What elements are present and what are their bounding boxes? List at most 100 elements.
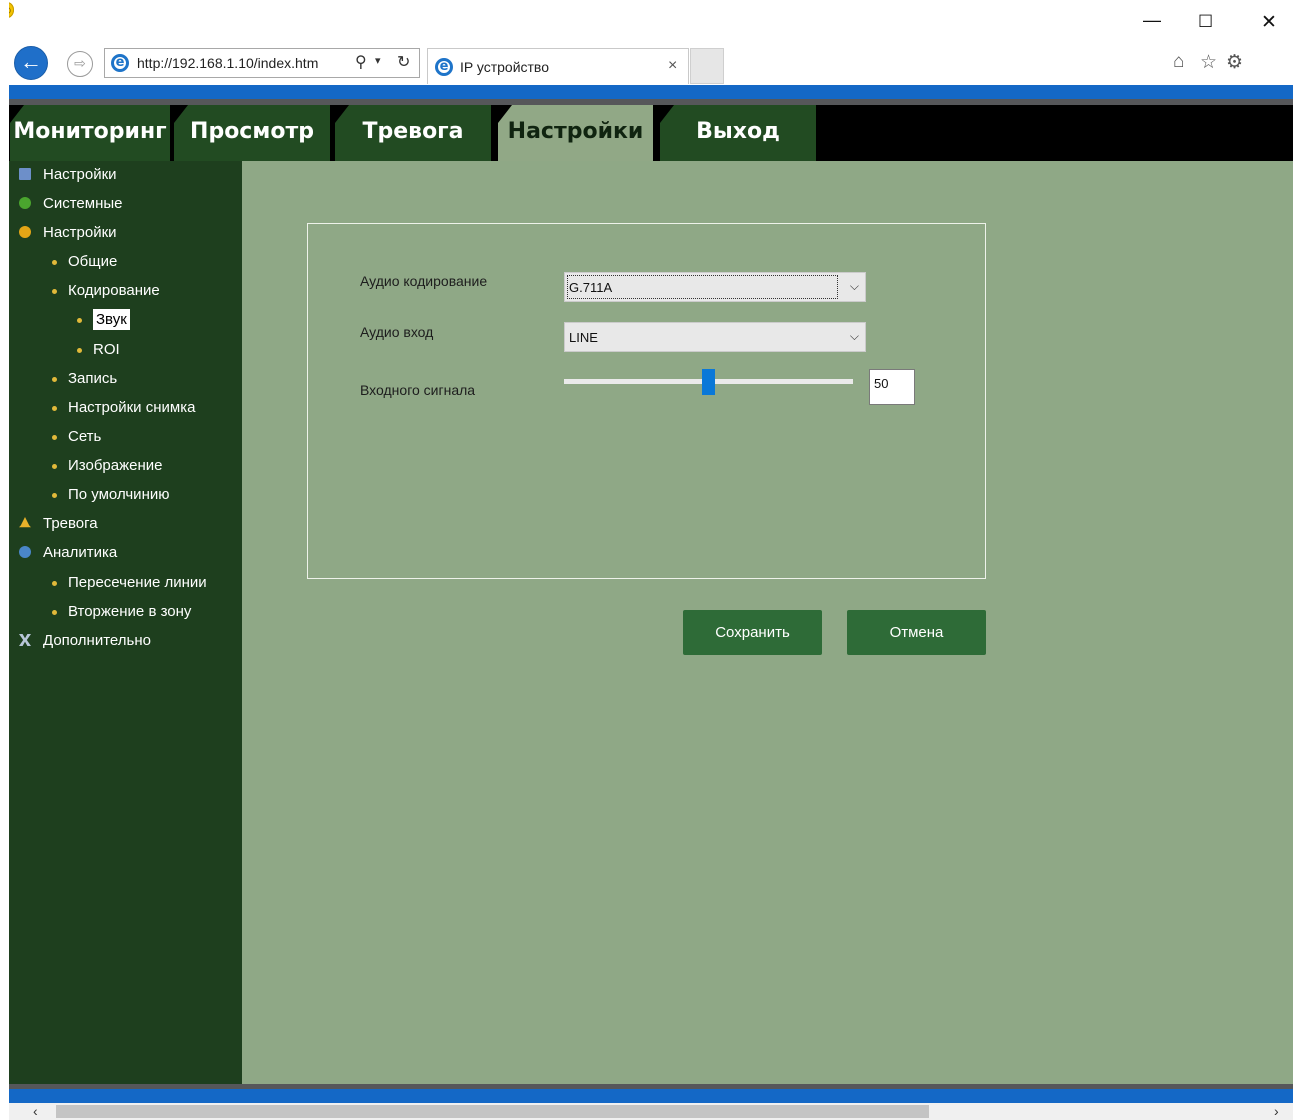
- new-tab-button[interactable]: [690, 48, 724, 84]
- tools-icon: [19, 634, 31, 646]
- sidebar-item[interactable]: Настройки: [19, 223, 117, 243]
- address-dropdown-icon[interactable]: ▾: [375, 54, 381, 67]
- sidebar-item-label: Звук: [93, 309, 130, 330]
- audio-input-value: LINE: [569, 330, 598, 345]
- forward-button[interactable]: ⇨: [67, 51, 93, 77]
- address-bar[interactable]: e http://192.168.1.10/index.htm ⚲ ▾ ↻: [104, 48, 420, 78]
- sidebar-item-label: Дополнительно: [43, 632, 151, 649]
- bullet-icon: [52, 289, 57, 294]
- sidebar-item-label: Запись: [68, 370, 118, 387]
- analytics-icon: [19, 546, 31, 558]
- sidebar-item[interactable]: Тревога: [19, 514, 98, 534]
- sidebar-item-label: Тревога: [43, 515, 98, 532]
- horizontal-scrollbar[interactable]: ‹ ›: [9, 1103, 1293, 1120]
- browser-toolbar: ← ⇨ e http://192.168.1.10/index.htm ⚲ ▾ …: [0, 0, 1293, 85]
- sidebar-item-label: Изображение: [68, 457, 163, 474]
- sidebar-item-label: ROI: [93, 341, 120, 358]
- sidebar-item[interactable]: Дополнительно: [19, 631, 151, 651]
- chevron-down-icon: ⌵: [849, 279, 859, 293]
- sidebar-item-label: Настройки: [43, 166, 117, 183]
- scroll-right-icon[interactable]: ›: [1274, 1103, 1279, 1119]
- tab-monitoring[interactable]: Мониторинг: [10, 105, 170, 161]
- window-edge: [0, 0, 9, 1120]
- sidebar-item[interactable]: Звук: [77, 309, 130, 330]
- monitor-icon: [19, 168, 31, 180]
- chevron-down-icon: ⌵: [849, 329, 859, 343]
- info-icon: [19, 197, 31, 209]
- sidebar-item-label: Пересечение линии: [68, 574, 207, 591]
- input-level-slider-thumb[interactable]: [702, 369, 715, 395]
- address-url[interactable]: http://192.168.1.10/index.htm: [137, 55, 318, 71]
- sidebar-item-label: Системные: [43, 195, 123, 212]
- bullet-icon: [52, 406, 57, 411]
- forward-arrow-icon: ⇨: [74, 55, 86, 71]
- favorites-star-icon[interactable]: ☆: [1200, 51, 1217, 74]
- sidebar-item[interactable]: Сеть: [52, 427, 102, 447]
- audio-input-select[interactable]: LINE ⌵: [564, 322, 866, 352]
- sidebar-item[interactable]: Аналитика: [19, 543, 118, 563]
- bullet-icon: [52, 377, 57, 382]
- sidebar-tree: Настройки Системные Настройки Общие Кодирова…: [9, 161, 242, 1084]
- bullet-icon: [52, 260, 57, 265]
- home-icon[interactable]: ⌂: [1173, 51, 1184, 73]
- bullet-icon: [52, 464, 57, 469]
- save-button[interactable]: Сохранить: [683, 610, 822, 655]
- cancel-button[interactable]: Отмена: [847, 610, 986, 655]
- input-level-field[interactable]: 50: [869, 369, 915, 405]
- search-icon[interactable]: ⚲: [355, 52, 367, 72]
- main-nav: Мониторинг Просмотр Тревога Настройки Вы…: [9, 105, 1293, 161]
- sidebar-item-label: Сеть: [68, 428, 102, 445]
- gear-icon[interactable]: ⚙: [1226, 51, 1243, 74]
- sidebar-item[interactable]: Общие: [52, 252, 118, 272]
- sidebar-item-label: По умолчинию: [68, 486, 170, 503]
- bullet-icon: [77, 348, 82, 353]
- browser-tab-active[interactable]: e IP устройство ×: [427, 48, 689, 84]
- tab-exit[interactable]: Выход: [660, 105, 816, 161]
- gear-icon: [19, 226, 31, 238]
- scrollbar-thumb[interactable]: [56, 1105, 929, 1118]
- sidebar-item[interactable]: Запись: [52, 369, 118, 389]
- sidebar-item-label: Общие: [68, 253, 118, 270]
- bullet-icon: [52, 493, 57, 498]
- maximize-button[interactable]: ☐: [1198, 12, 1213, 32]
- input-level-label: Входного сигнала: [360, 382, 476, 398]
- sidebar-item[interactable]: По умолчинию: [52, 485, 170, 505]
- sidebar-item-label: Настройки снимка: [68, 399, 196, 416]
- audio-coding-label: Аудио кодирование: [360, 273, 488, 289]
- sidebar-item[interactable]: Настройки: [19, 165, 117, 185]
- chrome-blue-strip-bottom: [9, 1089, 1293, 1103]
- chrome-blue-strip: [9, 85, 1293, 99]
- scroll-left-icon[interactable]: ‹: [33, 1103, 38, 1119]
- sidebar-item[interactable]: Вторжение в зону: [52, 602, 192, 622]
- bell-icon: [19, 517, 31, 528]
- sidebar-item[interactable]: Изображение: [52, 456, 163, 476]
- back-arrow-icon: ←: [20, 49, 42, 74]
- audio-coding-value: G.711A: [569, 280, 613, 295]
- sidebar-item[interactable]: Настройки снимка: [52, 398, 196, 418]
- sidebar-item[interactable]: Системные: [19, 194, 123, 214]
- tab-close-icon[interactable]: ×: [668, 57, 677, 75]
- audio-input-label: Аудио вход: [360, 324, 434, 340]
- tab-playback[interactable]: Просмотр: [174, 105, 330, 161]
- tab-title: IP устройство: [460, 59, 549, 75]
- tab-settings[interactable]: Настройки: [498, 105, 653, 161]
- audio-coding-select[interactable]: G.711A ⌵: [564, 272, 866, 302]
- bullet-icon: [52, 610, 57, 615]
- sidebar-item-label: Аналитика: [43, 544, 118, 561]
- sidebar-item-label: Кодирование: [68, 282, 160, 299]
- bullet-icon: [52, 581, 57, 586]
- sidebar-item-label: Вторжение в зону: [68, 603, 192, 620]
- close-button[interactable]: ✕: [1261, 11, 1277, 34]
- sidebar-item[interactable]: Кодирование: [52, 281, 160, 301]
- sidebar-item[interactable]: Пересечение линии: [52, 573, 207, 593]
- refresh-icon[interactable]: ↻: [397, 52, 410, 72]
- bullet-icon: [77, 318, 82, 323]
- minimize-button[interactable]: —: [1143, 10, 1161, 31]
- back-button[interactable]: ←: [14, 46, 48, 80]
- bullet-icon: [52, 435, 57, 440]
- sidebar-item[interactable]: ROI: [77, 340, 120, 360]
- ie-logo-icon: e: [111, 54, 129, 72]
- sidebar-item-label: Настройки: [43, 224, 117, 241]
- ie-logo-icon: e: [435, 58, 453, 76]
- tab-alarm[interactable]: Тревога: [335, 105, 491, 161]
